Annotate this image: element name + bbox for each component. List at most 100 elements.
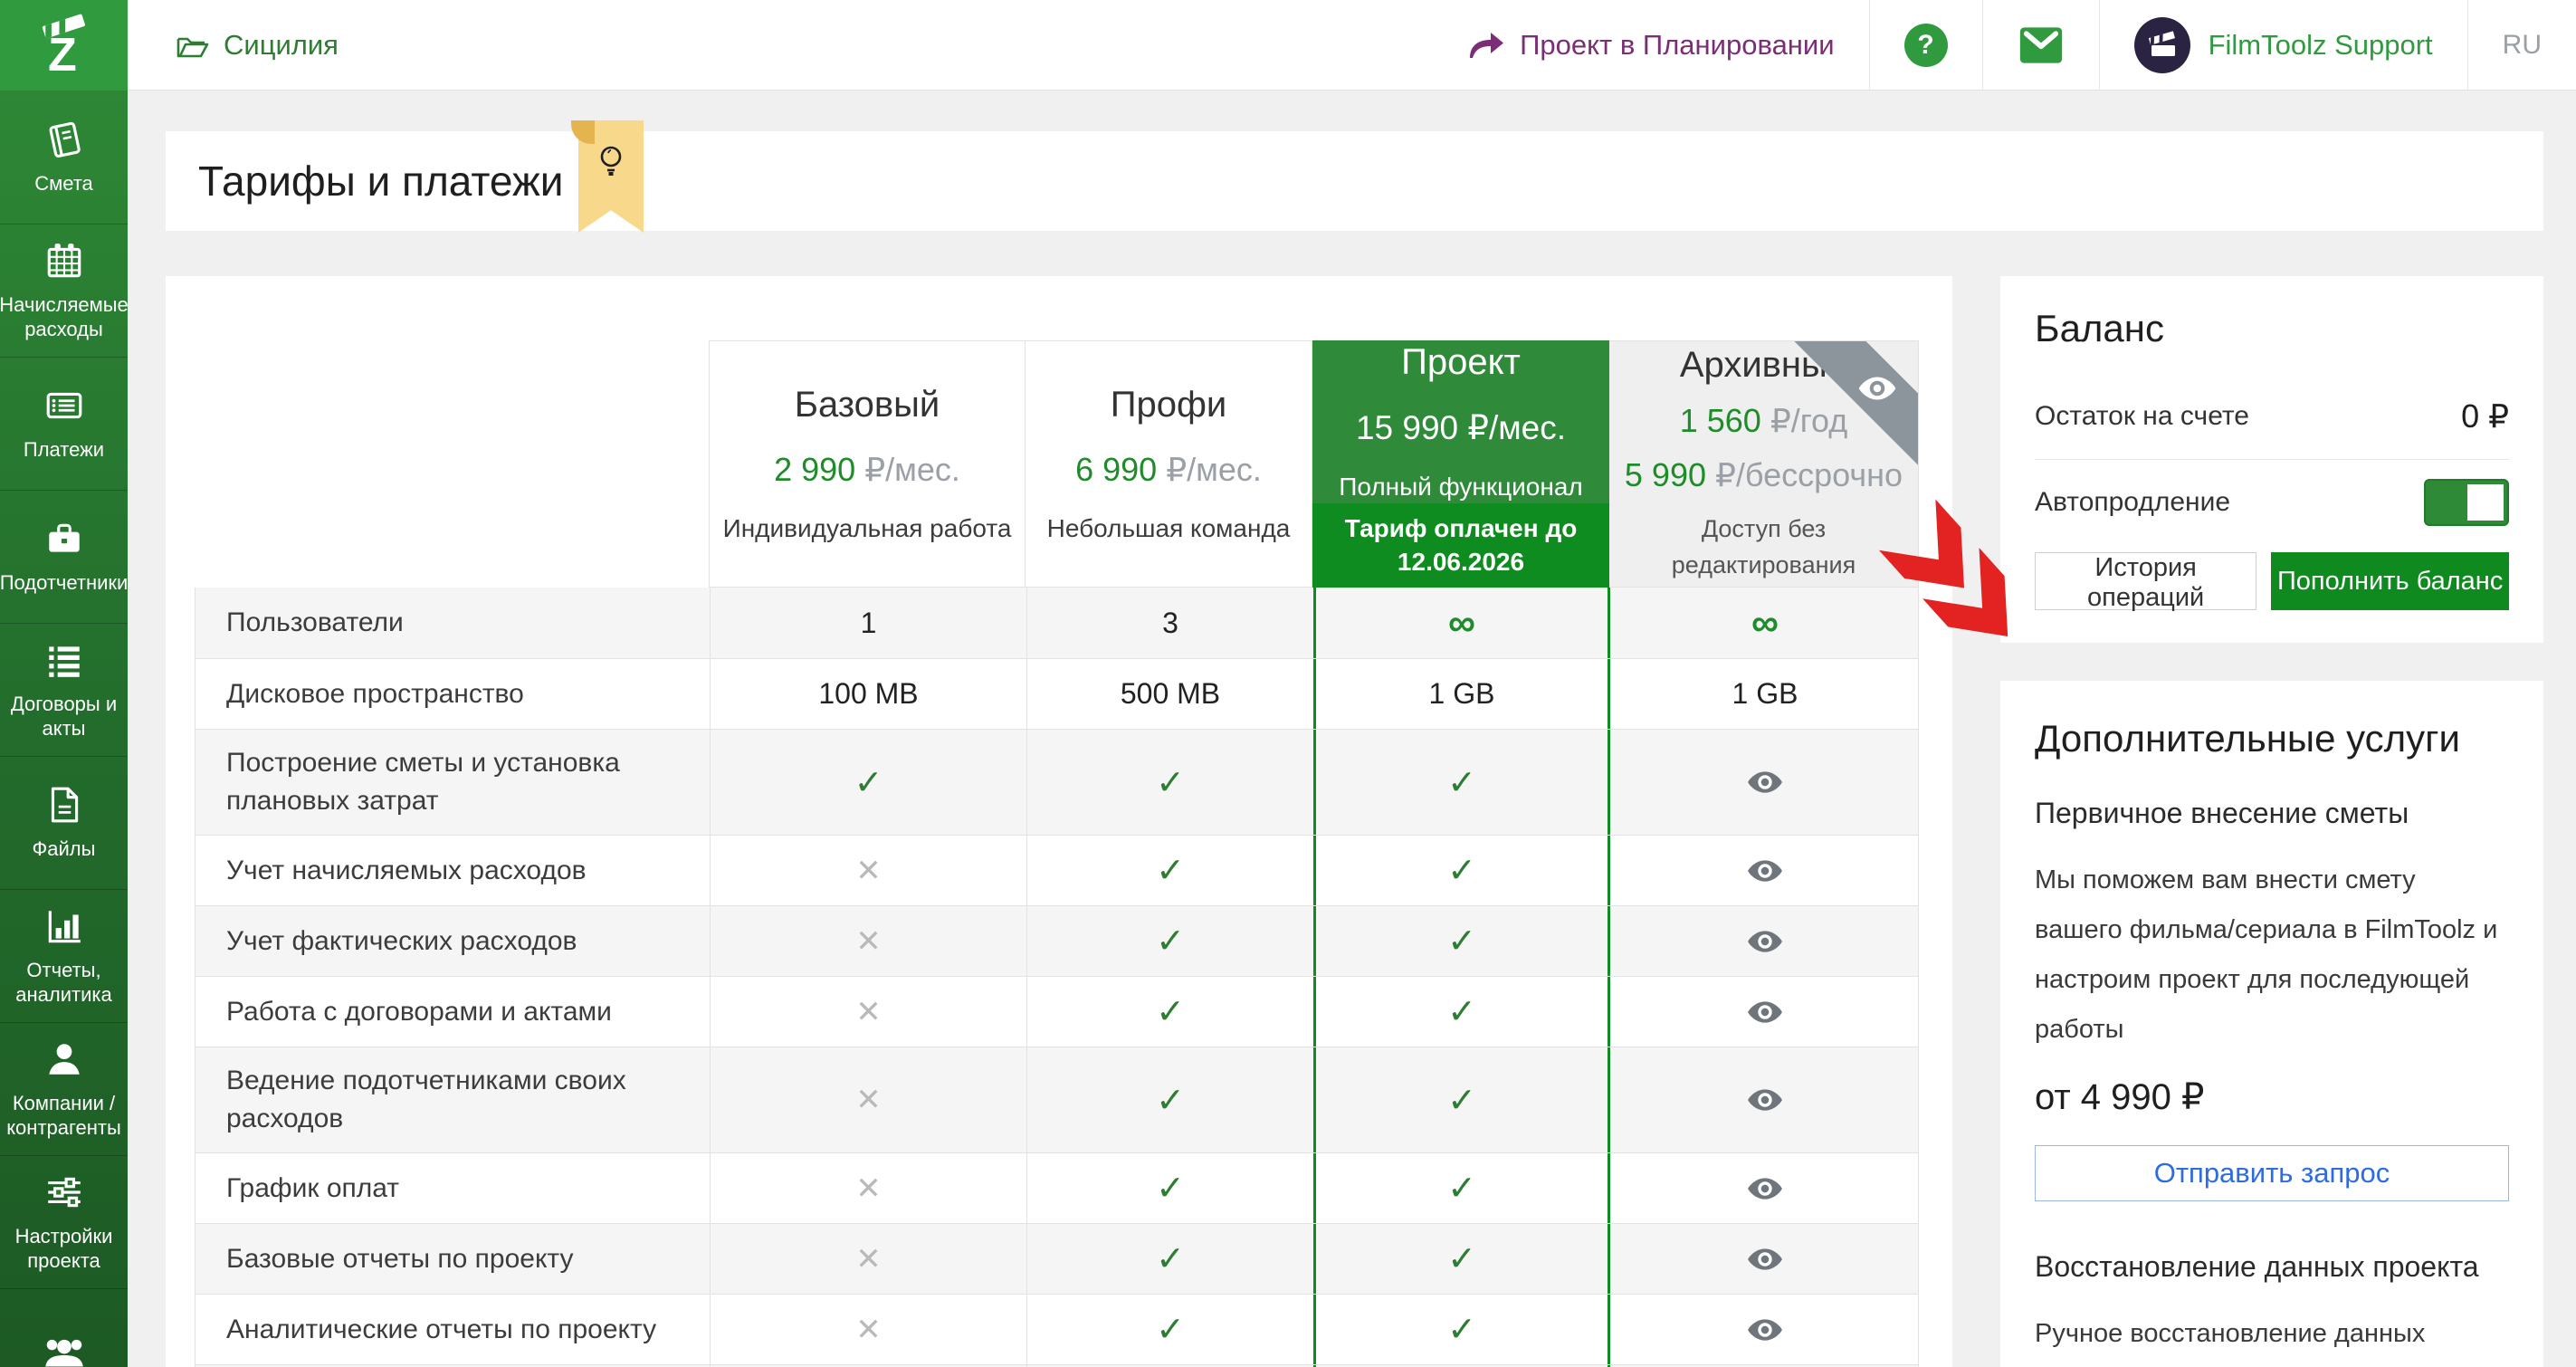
send-request-button[interactable]: Отправить запрос xyxy=(2035,1145,2509,1202)
plan-price: 6 990 ₽/мес. xyxy=(1075,451,1262,489)
feature-cell xyxy=(1610,1153,1920,1223)
sidebar-item-label: Компании / контрагенты xyxy=(6,1091,121,1140)
project-planning-link[interactable]: Проект в Планировании xyxy=(1433,0,1868,91)
service-item: Первичное внесение сметы Мы поможем вам … xyxy=(2035,797,2509,1202)
sidebar-item-files[interactable]: Файлы xyxy=(0,756,128,889)
cross-icon: ✕ xyxy=(855,1171,882,1206)
table-row: Пользователи 1 3 ∞ ∞ xyxy=(196,588,1918,658)
check-icon: ✓ xyxy=(1447,922,1476,961)
service-price: от 4 990 ₽ xyxy=(2035,1077,2205,1118)
tariffs-card: Базовый 2 990 ₽/мес. Индивидуальная рабо… xyxy=(166,276,1952,1367)
check-icon: ✓ xyxy=(1447,852,1476,890)
feature-cell: 1 xyxy=(710,588,1026,658)
breadcrumb-project[interactable]: Сицилия xyxy=(177,29,339,62)
feature-cell: ✓ xyxy=(1313,730,1610,835)
plan-basic-header: Базовый 2 990 ₽/мес. Индивидуальная рабо… xyxy=(709,340,1026,588)
bookmark-fold xyxy=(571,120,595,144)
sidebar-item-label: Начисляемые расходы xyxy=(0,292,128,341)
feature-cell: ✕ xyxy=(710,1224,1026,1294)
plan-subtitle: Индивидуальная работа xyxy=(722,514,1012,542)
account-balance-row: Остаток на счете 0 ₽ xyxy=(2035,390,2509,443)
help-bookmark[interactable] xyxy=(571,120,644,233)
check-icon: ✓ xyxy=(1447,763,1476,802)
sidebar-item-accrued-expenses[interactable]: Начисляемые расходы xyxy=(0,224,128,357)
plan-price: 5 990 ₽/бессрочно xyxy=(1625,456,1903,494)
check-icon: ✓ xyxy=(1156,922,1185,961)
plan-name: Проект xyxy=(1401,342,1521,382)
account-balance-label: Остаток на счете xyxy=(2035,401,2249,431)
help-button[interactable]: ? xyxy=(1868,0,1982,91)
view-only-eye-icon xyxy=(1748,1000,1782,1023)
view-only-eye-icon xyxy=(1858,377,1896,400)
check-icon: ✓ xyxy=(1156,1311,1185,1349)
lightbulb-icon xyxy=(600,146,622,176)
support-label: FilmToolz Support xyxy=(2208,28,2433,61)
feature-cell: 3 xyxy=(1026,588,1313,658)
project-planning-label: Проект в Планировании xyxy=(1520,28,1835,61)
check-icon: ✓ xyxy=(1447,1081,1476,1120)
plan-price: 15 990 ₽/мес. xyxy=(1355,409,1567,446)
feature-cell xyxy=(1610,977,1920,1047)
feature-cell: ✓ xyxy=(710,730,1026,835)
mail-button[interactable] xyxy=(1981,0,2099,91)
page-title: Тарифы и платежи xyxy=(198,158,564,205)
page-content: Тарифы и платежи Базовый 2 990 ₽/мес. Ин… xyxy=(128,91,2576,1367)
feature-cell: ✕ xyxy=(710,836,1026,905)
support-account[interactable]: FilmToolz Support xyxy=(2098,0,2467,91)
feature-cell: 500 MB xyxy=(1026,659,1313,729)
language-label: RU xyxy=(2502,29,2542,60)
feature-cell: ✕ xyxy=(710,1047,1026,1152)
check-icon: ✓ xyxy=(1447,1170,1476,1208)
autorenew-row: Автопродление xyxy=(2035,476,2509,529)
help-icon: ? xyxy=(1903,23,1948,67)
sidebar-item-accountables[interactable]: Подотчетники xyxy=(0,490,128,623)
table-row: Базовые отчеты по проекту ✕ ✓ ✓ xyxy=(196,1223,1918,1294)
sidebar-item-contracts[interactable]: Договоры и акты xyxy=(0,623,128,756)
view-only-eye-icon xyxy=(1748,1089,1782,1111)
cross-icon: ✕ xyxy=(855,853,882,888)
feature-cell: ✓ xyxy=(1026,730,1313,835)
feature-cell: ✕ xyxy=(710,906,1026,976)
feature-rows: Пользователи 1 3 ∞ ∞ Дисковое пространство 100… xyxy=(195,588,1919,1367)
service-item: Восстановление данных проекта Ручное вос… xyxy=(2035,1250,2509,1367)
feature-cell xyxy=(1610,1224,1920,1294)
plan-unit: ₽/мес. xyxy=(1166,451,1262,488)
check-icon: ✓ xyxy=(1156,1170,1185,1208)
sidebar-item-team[interactable] xyxy=(0,1288,128,1367)
history-button[interactable]: История операций xyxy=(2035,552,2257,612)
sidebar-item-companies[interactable]: Компании / контрагенты xyxy=(0,1022,128,1155)
feature-cell xyxy=(1610,836,1920,905)
sidebar-item-project-settings[interactable]: Настройки проекта xyxy=(0,1155,128,1288)
header-empty-cell xyxy=(195,340,709,588)
sidebar-item-label: Файлы xyxy=(32,837,96,861)
plan-name: Профи xyxy=(1110,385,1227,425)
pricing-table-header: Базовый 2 990 ₽/мес. Индивидуальная рабо… xyxy=(195,340,1919,588)
feature-cell: ✓ xyxy=(1313,906,1610,976)
balance-card: Баланс Остаток на счете 0 ₽ Автопродлени… xyxy=(2000,276,2543,643)
topup-balance-button[interactable]: Пополнить баланс xyxy=(2271,552,2509,610)
sidebar-item-estimate[interactable]: Смета xyxy=(0,91,128,224)
contracts-list-icon xyxy=(48,645,80,677)
feature-cell: 100 MB xyxy=(710,659,1026,729)
check-icon: ✓ xyxy=(854,763,883,802)
plan-unit: ₽/год xyxy=(1770,401,1848,439)
sidebar-item-reports[interactable]: Отчеты, аналитика xyxy=(0,889,128,1022)
table-row: Учет начисляемых расходов ✕ ✓ ✓ xyxy=(196,835,1918,905)
feature-cell xyxy=(1610,730,1920,835)
team-icon xyxy=(44,1339,83,1367)
account-balance-value: 0 ₽ xyxy=(2461,397,2509,435)
check-icon: ✓ xyxy=(1447,1311,1476,1349)
language-switcher[interactable]: RU xyxy=(2466,0,2576,91)
feature-cell: ✓ xyxy=(1313,1047,1610,1152)
sidebar-item-label: Платежи xyxy=(23,438,105,462)
feature-label: Учет фактических расходов xyxy=(226,925,577,956)
autorenew-toggle-on[interactable] xyxy=(2424,479,2509,526)
app-logo[interactable]: Z xyxy=(0,0,128,91)
sidebar-item-payments[interactable]: Платежи xyxy=(0,357,128,490)
feature-cell: ✕ xyxy=(710,1295,1026,1364)
svg-text:Z: Z xyxy=(48,29,77,81)
cross-icon: ✕ xyxy=(855,994,882,1029)
view-only-eye-icon xyxy=(1748,771,1782,793)
view-only-eye-icon xyxy=(1748,1177,1782,1200)
plan-unit: ₽/мес. xyxy=(864,451,960,488)
